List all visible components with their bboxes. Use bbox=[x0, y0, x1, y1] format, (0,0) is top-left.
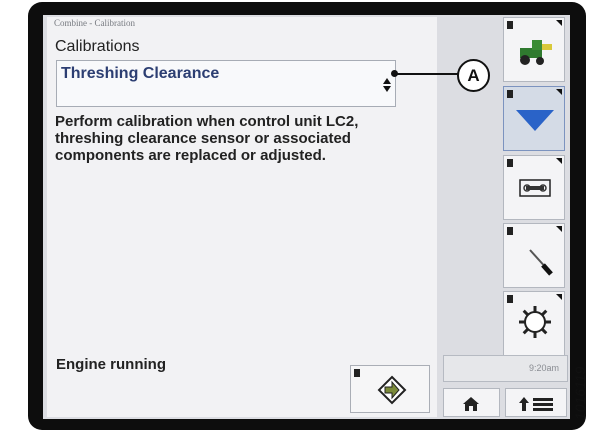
sidebar-tools-button[interactable] bbox=[503, 223, 565, 288]
page-title: Calibrations bbox=[55, 38, 140, 55]
down-arrow-icon bbox=[516, 110, 554, 131]
next-arrow-icon bbox=[377, 375, 407, 405]
screwdriver-icon bbox=[529, 249, 553, 276]
button-indicator bbox=[354, 369, 360, 377]
figure-id: 1016119 bbox=[572, 366, 588, 420]
sidebar-settings-button[interactable] bbox=[503, 291, 565, 356]
sidebar-wrench-button[interactable] bbox=[503, 155, 565, 220]
calibration-description: Perform calibration when control unit LC… bbox=[55, 113, 359, 164]
breadcrumb: Combine - Calibration bbox=[54, 18, 135, 28]
clock-time: 9:20am bbox=[528, 363, 559, 373]
next-button[interactable] bbox=[350, 365, 430, 413]
sidebar-scroll-down-button[interactable] bbox=[503, 86, 565, 151]
engine-status: Engine running bbox=[56, 356, 166, 373]
calibration-select-value: Threshing Clearance bbox=[61, 65, 220, 82]
callout-leader-line bbox=[396, 73, 458, 75]
select-stepper-icon[interactable] bbox=[383, 78, 393, 94]
menu-up-icon bbox=[519, 397, 553, 411]
sidebar-combine-button[interactable] bbox=[503, 17, 565, 82]
wrench-icon bbox=[519, 179, 551, 197]
home-button[interactable] bbox=[443, 388, 500, 417]
home-icon bbox=[463, 397, 479, 411]
gear-icon bbox=[519, 306, 551, 338]
callout-label: A bbox=[457, 59, 490, 92]
menu-button[interactable] bbox=[505, 388, 567, 417]
combine-icon bbox=[520, 40, 552, 65]
calibration-select[interactable]: Threshing Clearance bbox=[56, 60, 396, 107]
callout-leader-dot bbox=[391, 70, 398, 77]
clock-display: 9:20am bbox=[443, 355, 568, 382]
